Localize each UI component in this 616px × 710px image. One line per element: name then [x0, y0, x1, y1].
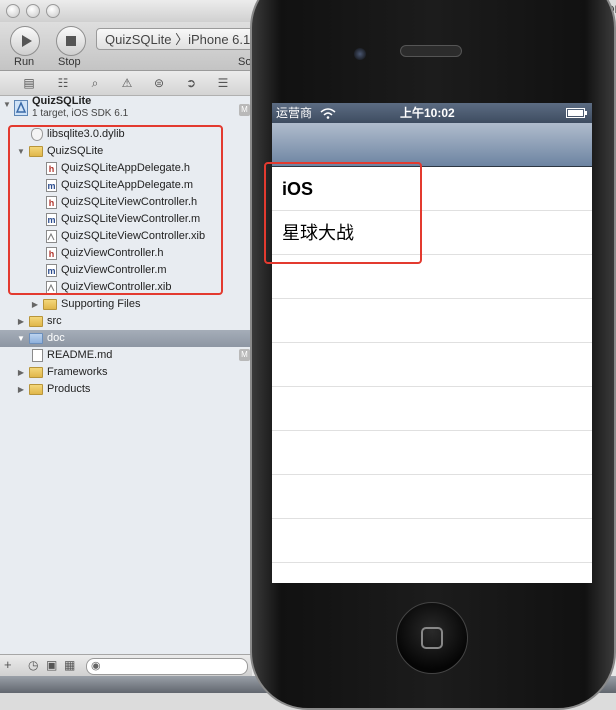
wifi-icon [320, 108, 336, 119]
status-bar: 运营商 上午10:02 [272, 103, 592, 123]
navigator-filter-bar: + ◷ ▣ ▦ ◉ [0, 654, 252, 677]
minimize-window-button[interactable] [26, 4, 40, 18]
zoom-window-button[interactable] [46, 4, 60, 18]
carrier-label: 运营商 [276, 106, 313, 120]
recent-files-icon[interactable]: ◷ [28, 658, 38, 672]
xcode-project-icon [14, 100, 28, 116]
filter-input[interactable]: ◉ [86, 658, 248, 675]
file-label: README.md [47, 349, 113, 361]
disclosure-closed-icon[interactable]: ▶ [30, 296, 40, 313]
file-row-readme[interactable]: README.md M [0, 347, 252, 364]
disclosure-closed-icon[interactable]: ▶ [16, 364, 26, 381]
group-row-frameworks[interactable]: ▶ Frameworks [0, 364, 252, 381]
log-navigator-icon[interactable]: ☰ [216, 76, 230, 90]
folder-icon [29, 333, 43, 344]
unsaved-files-icon[interactable]: ▣ [46, 658, 57, 672]
filter-icon: ◉ [91, 660, 101, 672]
empty-row [272, 431, 592, 475]
folder-icon [29, 367, 43, 378]
play-icon [22, 35, 32, 47]
folder-icon [29, 384, 43, 395]
disclosure-open-icon[interactable]: ▼ [16, 330, 26, 347]
scm-status-icon[interactable]: ▦ [64, 658, 75, 672]
scm-modified-badge: M [239, 349, 250, 361]
disclosure-closed-icon[interactable]: ▶ [16, 381, 26, 398]
folder-icon [43, 299, 57, 310]
disclosure-open-icon[interactable]: ▼ [2, 96, 12, 113]
empty-row [272, 343, 592, 387]
highlight-box-files [8, 125, 223, 295]
highlight-box-rows [264, 162, 422, 264]
home-icon [421, 627, 443, 649]
group-label: doc [47, 332, 65, 344]
document-icon [32, 349, 43, 362]
folder-icon [29, 316, 43, 327]
stop-label: Stop [58, 56, 81, 68]
empty-row [272, 563, 592, 583]
run-label: Run [14, 56, 35, 68]
group-label: Products [47, 383, 91, 395]
group-row-supporting-files[interactable]: ▶ Supporting Files [0, 296, 252, 313]
speaker-grille [400, 45, 462, 57]
empty-row [272, 387, 592, 431]
project-subtitle: 1 target, iOS SDK 6.1 [32, 108, 129, 119]
issue-navigator-icon[interactable]: ⚠ [120, 76, 134, 90]
search-navigator-icon[interactable]: ⌕ [88, 76, 102, 90]
group-label: Supporting Files [61, 298, 141, 310]
empty-row [272, 519, 592, 563]
scheme-selector[interactable]: QuizSQLite 〉iPhone 6.1 [96, 28, 276, 50]
status-time: 上午10:02 [400, 106, 455, 120]
debug-navigator-icon[interactable]: ⊜ [152, 76, 166, 90]
group-label: Frameworks [47, 366, 108, 378]
project-row[interactable]: ▼ QuizSQLite 1 target, iOS SDK 6.1 M [0, 95, 252, 124]
symbol-navigator-icon[interactable]: ☷ [56, 76, 70, 90]
stop-button[interactable] [56, 26, 86, 56]
add-icon[interactable]: + [4, 657, 12, 672]
empty-row [272, 299, 592, 343]
group-label: src [47, 315, 62, 327]
camera-icon [354, 48, 366, 60]
battery-icon [566, 108, 587, 118]
group-row-src[interactable]: ▶ src [0, 313, 252, 330]
project-navigator-icon[interactable]: ▤ [22, 76, 36, 90]
group-row-doc[interactable]: ▼ doc [0, 330, 252, 347]
disclosure-closed-icon[interactable]: ▶ [16, 313, 26, 330]
empty-row [272, 475, 592, 519]
navigation-bar [272, 123, 592, 167]
breakpoint-navigator-icon[interactable]: ➲ [184, 76, 198, 90]
scm-modified-badge: M [239, 104, 250, 116]
run-button[interactable] [10, 26, 40, 56]
close-window-button[interactable] [6, 4, 20, 18]
group-row-products[interactable]: ▶ Products [0, 381, 252, 398]
stop-icon [66, 36, 76, 46]
